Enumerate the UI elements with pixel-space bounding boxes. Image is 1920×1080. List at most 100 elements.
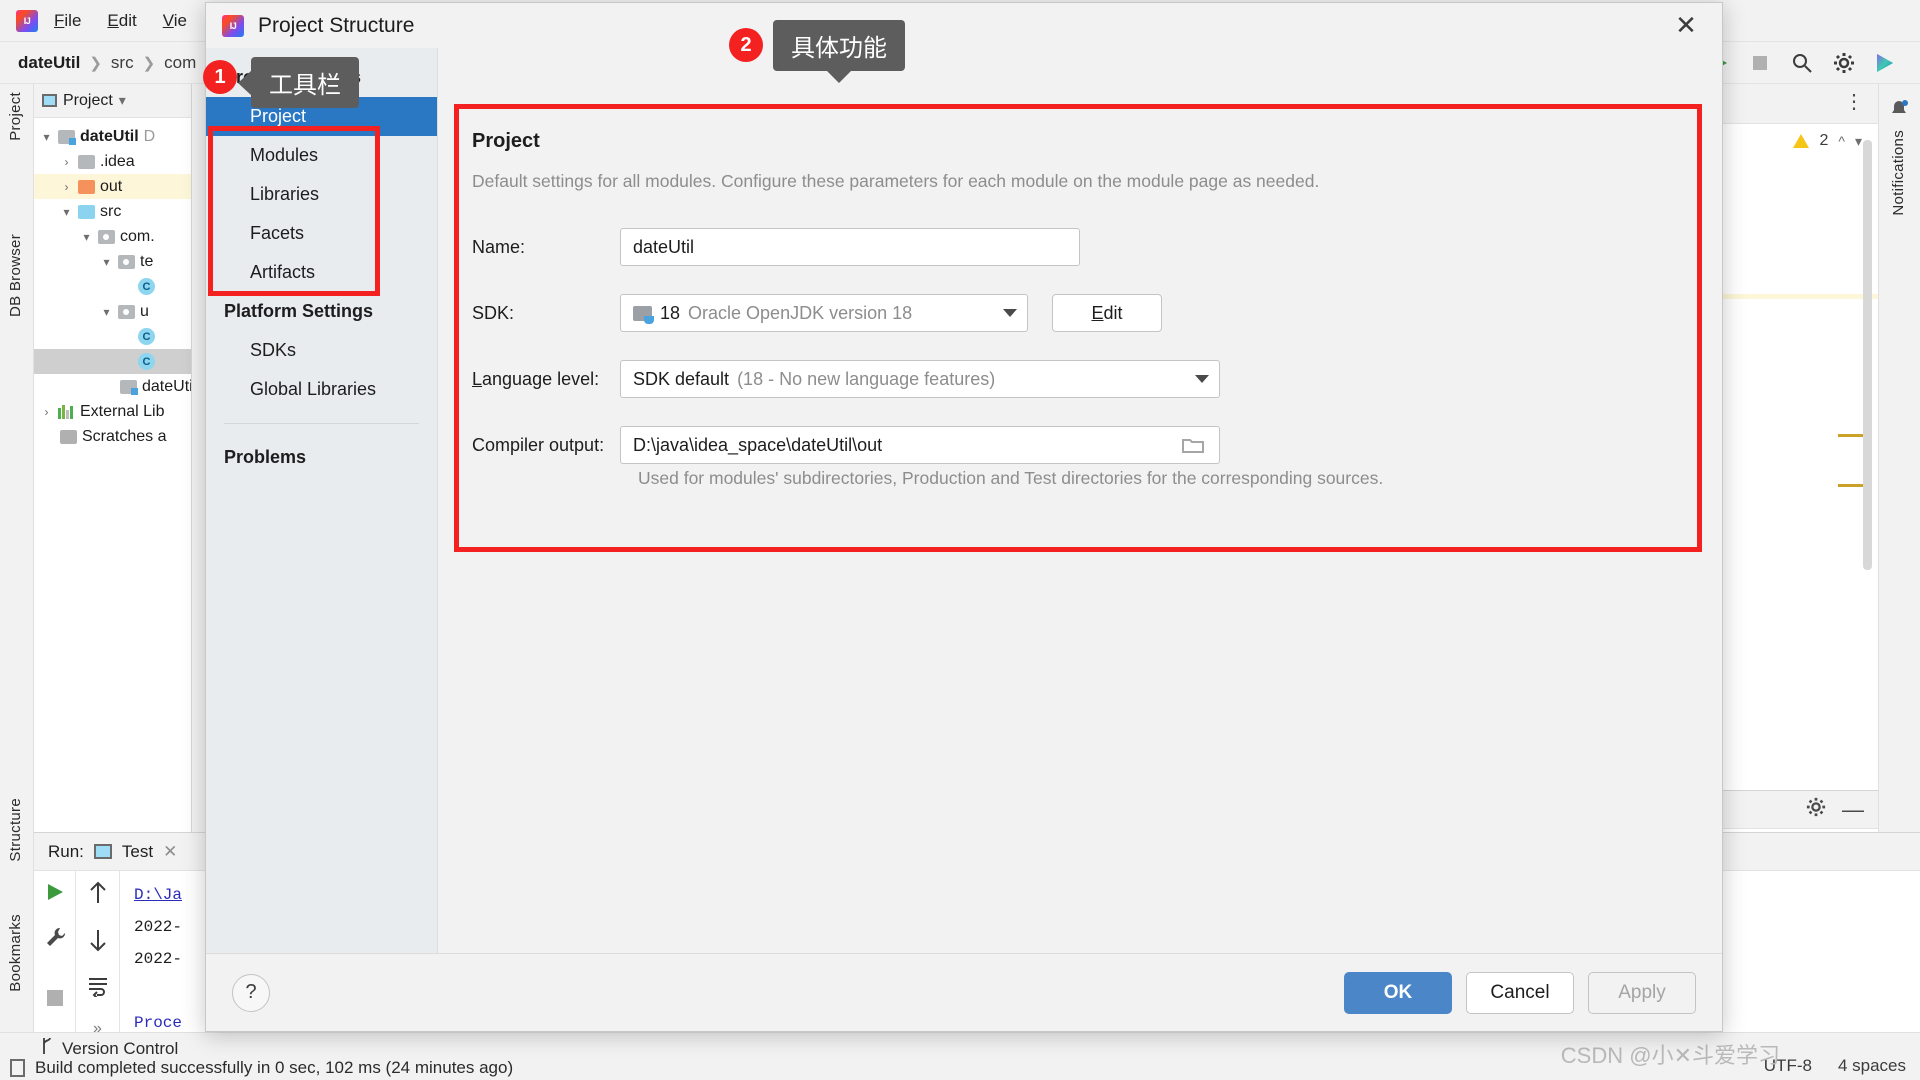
tree-row[interactable]: ▾ com. — [34, 224, 191, 249]
stop-icon[interactable] — [1748, 51, 1772, 75]
menu-edit[interactable]: Edit — [97, 7, 146, 35]
tree-row[interactable]: dateUtil — [34, 374, 191, 399]
inspection-widget[interactable]: 2 ^ ▾ — [1703, 124, 1878, 150]
status-bar-right: UTF-8 4 spaces — [1764, 1056, 1906, 1076]
annotation-badge-1: 1 — [203, 60, 237, 94]
annotation-badge-2: 2 — [729, 28, 763, 62]
up-arrow-icon[interactable] — [87, 881, 109, 910]
chevron-down-icon[interactable]: ▾ — [119, 92, 126, 109]
language-level-combobox[interactable]: SDK default (18 - No new language featur… — [620, 360, 1220, 398]
tree-row[interactable]: › External Lib — [34, 399, 191, 424]
down-arrow-icon[interactable] — [87, 928, 109, 957]
apply-button[interactable]: Apply — [1588, 972, 1696, 1014]
run-tab-label[interactable]: Test — [122, 842, 153, 862]
breadcrumb-item-project[interactable]: dateUtil — [16, 53, 82, 73]
chevron-down-icon[interactable]: ▾ — [1855, 133, 1862, 150]
rail-item-db-browser[interactable]: DB Browser — [7, 234, 24, 317]
module-file-icon — [120, 380, 137, 394]
tree-row[interactable] — [34, 324, 191, 349]
soft-wrap-icon[interactable] — [87, 975, 109, 1002]
notifications-bell-icon[interactable] — [1888, 98, 1910, 120]
tree-row[interactable]: ▾ dateUtil D — [34, 124, 191, 149]
close-icon[interactable]: ✕ — [163, 842, 177, 862]
run-gutter-left: » — [34, 871, 76, 1032]
chevron-down-icon[interactable] — [1003, 309, 1017, 317]
expand-arrow-icon[interactable]: › — [60, 155, 73, 169]
chevron-up-icon[interactable]: ^ — [1838, 133, 1845, 149]
chevron-down-icon[interactable] — [1195, 375, 1209, 383]
browse-folder-icon[interactable] — [1179, 433, 1207, 457]
editor-area: ⋮ 2 ^ ▾ — [1702, 84, 1878, 832]
package-icon — [98, 230, 115, 244]
tree-row[interactable]: › .idea — [34, 149, 191, 174]
compiler-output-input[interactable]: D:\java\idea_space\dateUtil\out — [620, 426, 1220, 464]
indent-widget[interactable]: 4 spaces — [1838, 1056, 1906, 1076]
expand-arrow-icon[interactable]: › — [40, 405, 53, 419]
breadcrumb-separator-icon: ❯ — [136, 54, 163, 72]
left-tool-rail: Project DB Browser Structure Bookmarks — [0, 84, 34, 1032]
tree-label: com. — [120, 228, 155, 246]
close-icon[interactable]: ✕ — [1658, 3, 1714, 48]
tree-row[interactable]: ▾ src — [34, 199, 191, 224]
version-control-widget[interactable]: Version Control — [40, 1037, 178, 1060]
sidebar-item-modules[interactable]: Modules — [206, 136, 437, 175]
expand-arrow-icon[interactable]: ▾ — [60, 205, 73, 219]
sidebar-item-sdks[interactable]: SDKs — [206, 331, 437, 370]
tree-row[interactable]: › out — [34, 174, 191, 199]
tree-row[interactable] — [34, 274, 191, 299]
tree-row[interactable]: ▾ te — [34, 249, 191, 274]
sdk-edit-button[interactable]: Edit — [1052, 294, 1162, 332]
breadcrumb-item-src[interactable]: src — [109, 53, 136, 73]
tree-label: External Lib — [80, 403, 165, 421]
rerun-icon[interactable] — [44, 881, 66, 908]
search-icon[interactable] — [1790, 51, 1814, 75]
rail-item-bookmarks[interactable]: Bookmarks — [7, 914, 24, 992]
tree-label: dateUtil — [80, 128, 139, 146]
menu-view[interactable]: Vie — [153, 7, 197, 35]
expand-arrow-icon[interactable]: ▾ — [40, 130, 53, 144]
gear-icon[interactable] — [1832, 51, 1856, 75]
sidebar-item-facets[interactable]: Facets — [206, 214, 437, 253]
ok-button[interactable]: OK — [1344, 972, 1452, 1014]
tree-row[interactable]: ▾ u — [34, 299, 191, 324]
tree-label: u — [140, 303, 149, 321]
editor-tabstrip: ⋮ — [1703, 84, 1878, 124]
sdk-combobox[interactable]: 18 Oracle OpenJDK version 18 — [620, 294, 1028, 332]
cancel-button[interactable]: Cancel — [1466, 972, 1574, 1014]
stop-icon[interactable] — [46, 989, 64, 1012]
compiler-output-hint: Used for modules' subdirectories, Produc… — [638, 468, 1702, 489]
expand-arrow-icon[interactable]: ▾ — [100, 305, 113, 319]
run-config-icon — [94, 844, 112, 859]
compiler-output-label: Compiler output: — [472, 435, 620, 456]
ai-assistant-icon[interactable] — [1874, 51, 1898, 75]
panel-description: Default settings for all modules. Config… — [472, 171, 1702, 192]
rail-item-notifications[interactable]: Notifications — [1890, 130, 1907, 216]
expand-arrow-icon[interactable]: ▾ — [80, 230, 93, 244]
editor-scrollbar[interactable] — [1863, 140, 1872, 570]
branch-icon — [40, 1037, 54, 1060]
tree-row[interactable]: Scratches a — [34, 424, 191, 449]
class-icon — [138, 328, 155, 345]
build-status[interactable]: Build completed successfully in 0 sec, 1… — [10, 1058, 513, 1078]
breadcrumb-item-com[interactable]: com — [162, 53, 198, 73]
name-input[interactable]: dateUtil — [620, 228, 1080, 266]
expand-arrow-icon[interactable]: ▾ — [100, 255, 113, 269]
sidebar-item-artifacts[interactable]: Artifacts — [206, 253, 437, 292]
tree-row[interactable] — [34, 349, 191, 374]
expand-arrow-icon[interactable]: › — [60, 180, 73, 194]
sdk-description: Oracle OpenJDK version 18 — [688, 303, 912, 324]
help-button[interactable]: ? — [232, 974, 270, 1012]
gear-icon[interactable] — [1806, 797, 1826, 822]
rail-item-structure[interactable]: Structure — [7, 798, 24, 862]
run-gutter-right: » — [76, 871, 120, 1032]
menu-file[interactable]: FFileile — [44, 7, 91, 35]
sidebar-item-libraries[interactable]: Libraries — [206, 175, 437, 214]
rail-item-project[interactable]: Project — [7, 92, 24, 141]
sidebar-item-problems[interactable]: Problems — [206, 438, 437, 477]
project-tool-window: Project ▾ ▾ dateUtil D › .idea › — [34, 84, 192, 832]
more-options-icon[interactable]: ⋮ — [1844, 92, 1864, 112]
wrench-icon[interactable] — [44, 926, 66, 953]
sidebar-item-global-libraries[interactable]: Global Libraries — [206, 370, 437, 409]
tree-label: te — [140, 253, 153, 271]
minimize-icon[interactable]: — — [1842, 799, 1864, 821]
